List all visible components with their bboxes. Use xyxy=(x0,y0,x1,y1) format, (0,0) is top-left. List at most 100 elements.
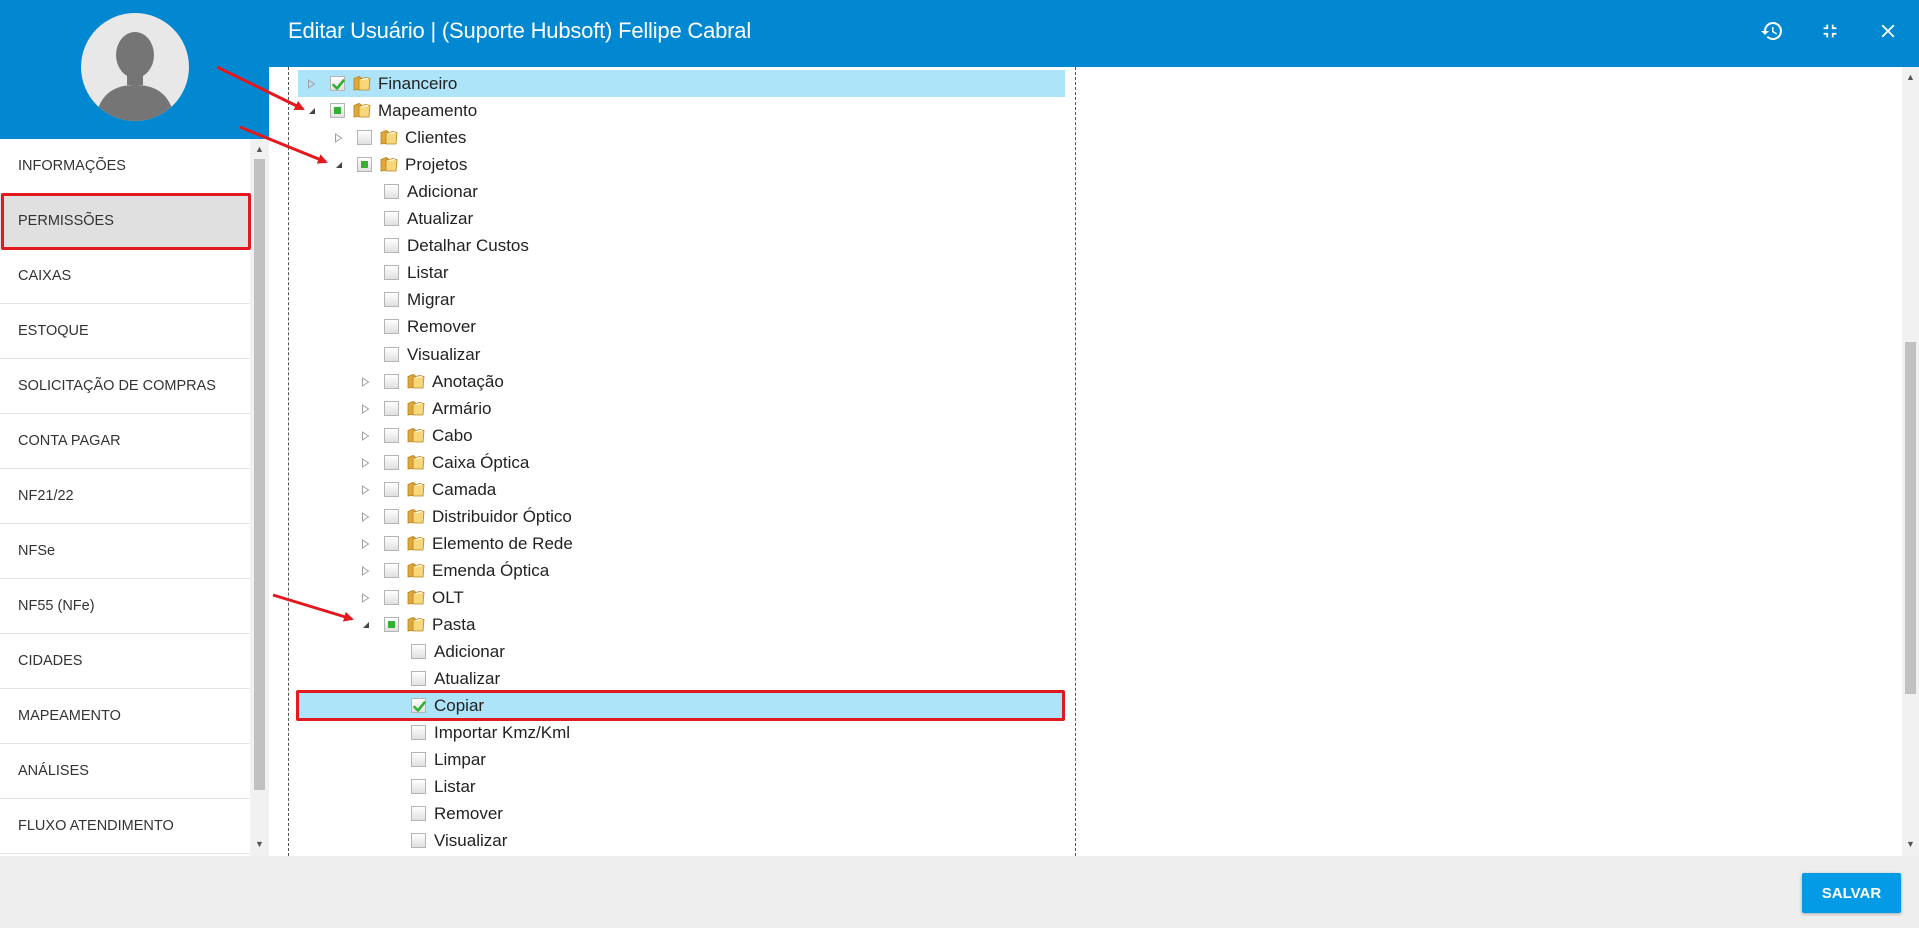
sidebar-scrollbar[interactable]: ▲ ▼ xyxy=(250,139,269,856)
checkbox[interactable] xyxy=(384,617,399,632)
tree-node[interactable]: Clientes xyxy=(298,124,1065,151)
tree-node[interactable]: Mapeamento xyxy=(298,97,1065,124)
scroll-down-icon[interactable]: ▼ xyxy=(255,839,264,849)
checkbox[interactable] xyxy=(411,806,426,822)
checkbox[interactable] xyxy=(411,752,426,768)
tree-node[interactable]: Remover xyxy=(298,800,1065,827)
checkbox[interactable] xyxy=(384,562,399,578)
tree-node[interactable]: Visualizar xyxy=(298,827,1065,854)
tree-node[interactable]: Projetos xyxy=(298,151,1065,178)
checkbox[interactable] xyxy=(384,319,399,335)
scroll-up-icon[interactable]: ▲ xyxy=(1906,72,1915,82)
expand-arrow-icon[interactable] xyxy=(361,593,370,603)
tree-node[interactable]: Listar xyxy=(298,259,1065,286)
expand-arrow-icon[interactable] xyxy=(334,133,343,144)
tree-node[interactable]: Pasta xyxy=(298,611,1065,638)
checkbox[interactable] xyxy=(411,725,426,741)
tree-node[interactable]: Visualizar xyxy=(298,341,1065,368)
tree-node[interactable]: Importar Kmz/Kml xyxy=(298,719,1065,746)
checkbox[interactable] xyxy=(384,346,399,362)
sidebar-item[interactable]: ANÁLISES xyxy=(0,744,250,799)
tree-node[interactable]: Elemento de Rede xyxy=(298,530,1065,557)
expand-arrow-icon[interactable] xyxy=(361,538,370,549)
sidebar-item[interactable]: ESTOQUE xyxy=(0,304,250,359)
sidebar-item[interactable]: PERMISSÕES xyxy=(0,194,250,249)
checkbox[interactable] xyxy=(384,454,399,470)
sidebar-item[interactable]: INFORMAÇÕES xyxy=(0,139,250,194)
checkbox[interactable] xyxy=(411,833,426,849)
tree-node[interactable]: Anotação xyxy=(298,368,1065,395)
tree-node[interactable]: Copiar xyxy=(298,692,1065,720)
tree-node-label: Elemento de Rede xyxy=(432,533,573,553)
expand-arrow-icon[interactable] xyxy=(361,565,370,576)
tree-node[interactable]: Atualizar xyxy=(298,665,1065,692)
expand-arrow-icon[interactable] xyxy=(307,79,316,89)
checkbox[interactable] xyxy=(330,103,345,119)
checkbox[interactable] xyxy=(384,481,399,497)
checkbox[interactable] xyxy=(384,265,399,281)
checkbox[interactable] xyxy=(411,698,426,714)
tree-node[interactable]: Migrar xyxy=(298,286,1065,313)
checkbox[interactable] xyxy=(384,589,399,605)
history-button[interactable] xyxy=(1757,16,1787,46)
tree-node[interactable]: Listar xyxy=(298,773,1065,800)
checkbox[interactable] xyxy=(411,779,426,795)
sidebar-item[interactable]: CONTA PAGAR xyxy=(0,414,250,469)
tree-node[interactable]: Adicionar xyxy=(298,178,1065,205)
tree-node[interactable]: Emenda Óptica xyxy=(298,557,1065,584)
tree-node[interactable]: Caixa Óptica xyxy=(298,449,1065,476)
collapse-arrow-icon[interactable] xyxy=(334,160,343,170)
collapse-arrow-icon[interactable] xyxy=(361,620,370,630)
save-button[interactable]: SALVAR xyxy=(1802,873,1901,913)
sidebar-scrollbar-thumb[interactable] xyxy=(254,159,265,790)
sidebar-item[interactable]: CIDADES xyxy=(0,634,250,689)
folder-icon xyxy=(407,454,425,470)
sidebar-item[interactable]: CAIXAS xyxy=(0,249,250,304)
sidebar-item[interactable]: SOLICITAÇÃO DE COMPRAS xyxy=(0,359,250,414)
tree-node[interactable]: Distribuidor Óptico xyxy=(298,503,1065,530)
content-scrollbar-thumb[interactable] xyxy=(1905,342,1916,694)
tree-node[interactable]: Detalhar Custos xyxy=(298,232,1065,259)
checkbox[interactable] xyxy=(384,535,399,551)
checkbox[interactable] xyxy=(384,292,399,308)
checkbox[interactable] xyxy=(384,184,399,200)
checkbox[interactable] xyxy=(384,211,399,227)
content-scrollbar[interactable]: ▲ ▼ xyxy=(1902,67,1919,856)
tree-node[interactable]: Remover xyxy=(298,313,1065,340)
checkbox[interactable] xyxy=(384,373,399,389)
expand-arrow-icon[interactable] xyxy=(361,430,370,441)
collapse-arrow-icon[interactable] xyxy=(307,106,316,116)
expand-arrow-icon[interactable] xyxy=(361,511,370,522)
checkbox[interactable] xyxy=(330,76,345,91)
sidebar-header xyxy=(0,0,269,139)
checkbox[interactable] xyxy=(384,427,399,443)
tree-node[interactable]: Atualizar xyxy=(298,205,1065,232)
checkbox[interactable] xyxy=(384,508,399,524)
sidebar-item[interactable]: FLUXO ATENDIMENTO xyxy=(0,799,250,854)
scroll-down-icon[interactable]: ▼ xyxy=(1906,839,1915,849)
tree-node[interactable]: Cabo xyxy=(298,422,1065,449)
expand-arrow-icon[interactable] xyxy=(361,457,370,468)
tree-node[interactable]: Adicionar xyxy=(298,638,1065,665)
checkbox[interactable] xyxy=(411,671,426,687)
tree-node[interactable]: Armário xyxy=(298,395,1065,422)
close-button[interactable] xyxy=(1873,16,1903,46)
checkbox[interactable] xyxy=(357,130,372,146)
sidebar-item[interactable]: MAPEAMENTO xyxy=(0,689,250,744)
expand-arrow-icon[interactable] xyxy=(361,484,370,495)
checkbox[interactable] xyxy=(384,238,399,254)
sidebar-item[interactable]: NFSe xyxy=(0,524,250,579)
compress-button[interactable] xyxy=(1815,16,1845,46)
scroll-up-icon[interactable]: ▲ xyxy=(255,144,264,154)
expand-arrow-icon[interactable] xyxy=(361,403,370,414)
checkbox[interactable] xyxy=(384,400,399,416)
tree-node[interactable]: Camada xyxy=(298,476,1065,503)
tree-node[interactable]: Financeiro xyxy=(298,70,1065,97)
tree-node[interactable]: OLT xyxy=(298,584,1065,611)
sidebar-item[interactable]: NF21/22 xyxy=(0,469,250,524)
sidebar-item[interactable]: NF55 (NFe) xyxy=(0,579,250,634)
tree-node[interactable]: Limpar xyxy=(298,746,1065,773)
checkbox[interactable] xyxy=(357,157,372,173)
checkbox[interactable] xyxy=(411,644,426,660)
expand-arrow-icon[interactable] xyxy=(361,376,370,387)
